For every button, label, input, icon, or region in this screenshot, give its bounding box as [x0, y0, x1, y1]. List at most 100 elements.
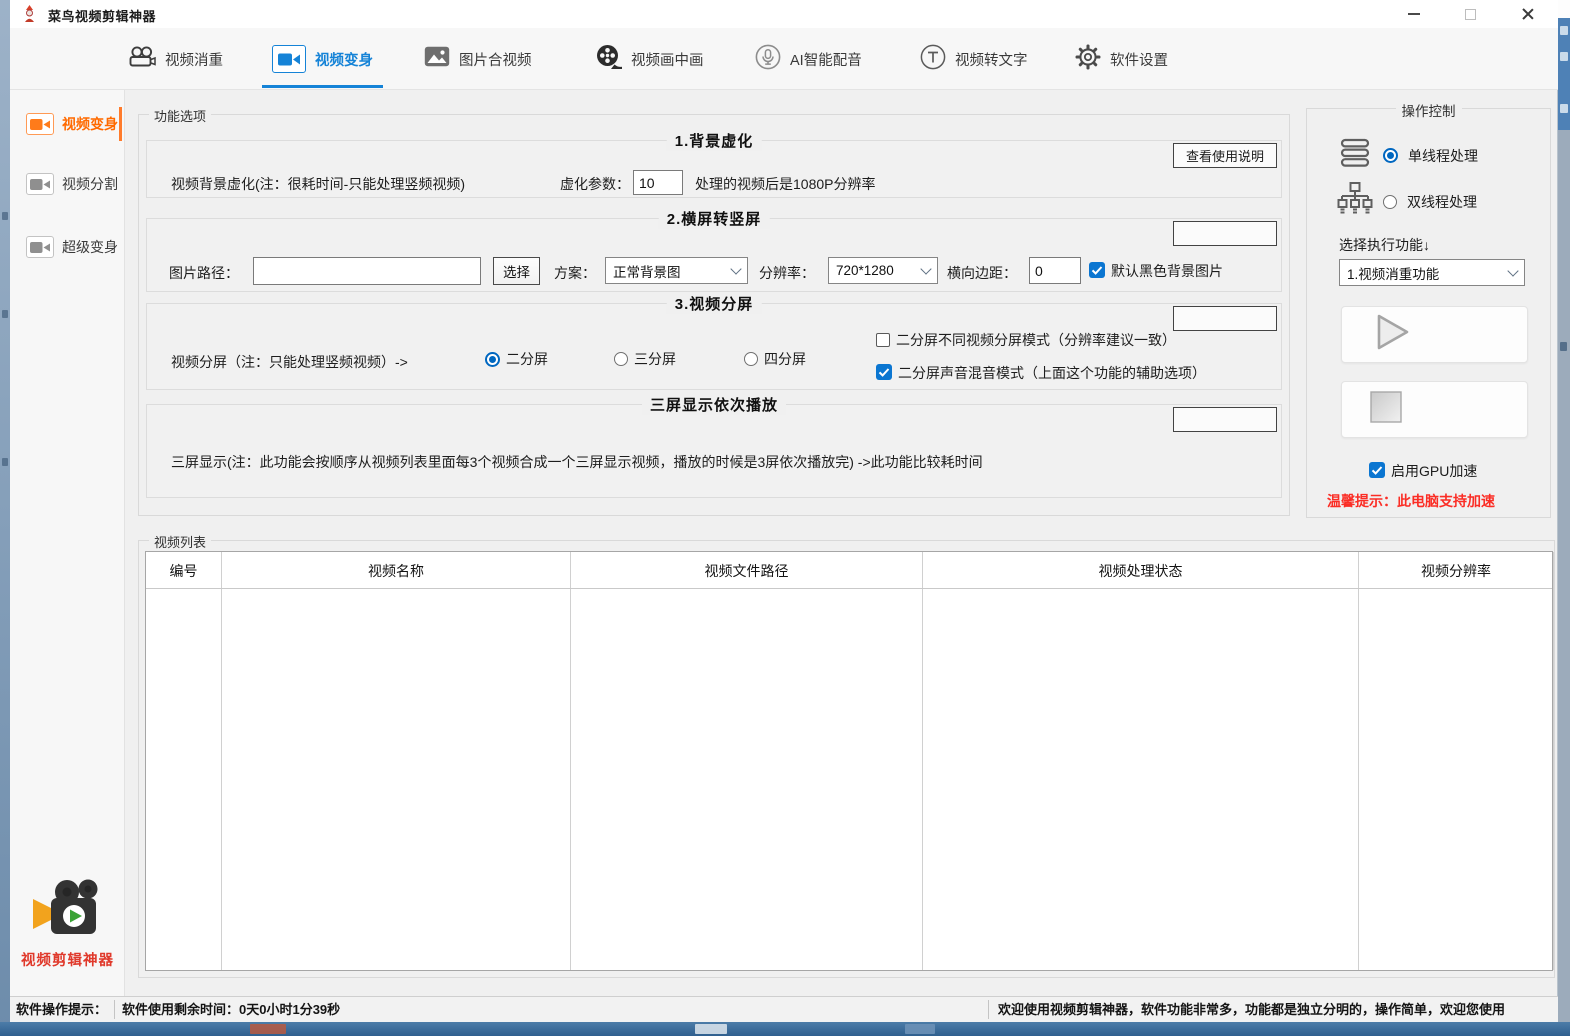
- tab-bar: 视频消重 视频变身 图片合视频: [10, 28, 1558, 90]
- function-value: 1.视频消重功能: [1347, 263, 1439, 283]
- maximize-icon: [1465, 9, 1476, 20]
- radio-three-split[interactable]: 三分屏: [614, 349, 676, 369]
- audio-mix-checkbox[interactable]: 二分屏声音混音模式（上面这个功能的辅助选项）: [876, 363, 1206, 383]
- help-button[interactable]: 查看使用说明: [1173, 143, 1277, 168]
- text-t-icon: [920, 44, 946, 75]
- minimize-icon: [1408, 13, 1420, 15]
- column-header-resolution[interactable]: 视频分辨率: [1359, 561, 1553, 581]
- section-background-blur: 1.背景虚化 查看使用说明 视频背景虚化(注：很耗时间-只能处理竖频视频) 虚化…: [146, 140, 1282, 198]
- section-landscape-to-portrait: 2.横屏转竖屏 图片路径： 选择 方案： 正常背景图 分辨率： 720*1280…: [146, 218, 1282, 292]
- desktop-fragment: [2, 458, 8, 466]
- sidebar-item-label: 视频分割: [62, 174, 118, 194]
- checkbox-icon: [876, 333, 890, 347]
- tab-label: 视频画中画: [631, 49, 704, 70]
- background-window-fragment: [1560, 104, 1568, 113]
- close-icon: [1521, 7, 1535, 21]
- tab-video-dedup[interactable]: 视频消重: [128, 28, 223, 90]
- black-background-checkbox[interactable]: 默认黑色背景图片: [1089, 261, 1223, 281]
- section-triple-screen: 三屏显示依次播放 三屏显示(注：此功能会按顺序从视频列表里面每3个视频合成一个三…: [146, 404, 1282, 498]
- radio-two-split[interactable]: 二分屏: [485, 349, 548, 369]
- dual-thread-row[interactable]: 双线程处理: [1337, 181, 1477, 222]
- status-welcome-text: 欢迎使用视频剪辑神器，软件功能非常多，功能都是独立分明的，操作简单，欢迎您使用: [998, 997, 1556, 1022]
- tab-video-to-text[interactable]: 视频转文字: [920, 28, 1028, 90]
- different-video-split-checkbox[interactable]: 二分屏不同视频分屏模式（分辨率建议一致）: [876, 330, 1176, 350]
- resolution-value: 720*1280: [836, 263, 894, 278]
- help-button[interactable]: [1173, 407, 1277, 432]
- table-column: 视频分辨率: [1359, 552, 1554, 970]
- status-separator: [114, 1000, 115, 1019]
- function-select[interactable]: 1.视频消重功能: [1339, 259, 1525, 286]
- column-header-status[interactable]: 视频处理状态: [923, 561, 1358, 581]
- close-button[interactable]: [1505, 0, 1551, 28]
- tab-label: 视频消重: [165, 49, 223, 70]
- margin-input[interactable]: [1029, 257, 1081, 284]
- background-window-fragment: [1560, 26, 1568, 35]
- sidebar-item-super-transform[interactable]: 超级变身: [10, 230, 122, 264]
- chevron-down-icon: [730, 263, 741, 274]
- single-thread-label: 单线程处理: [1408, 146, 1478, 166]
- gear-icon: [1075, 44, 1101, 75]
- video-camera-icon: [26, 113, 54, 135]
- scheme-value: 正常背景图: [613, 261, 681, 281]
- tab-image-to-video[interactable]: 图片合视频: [424, 28, 532, 90]
- table-column: 视频名称: [222, 552, 571, 970]
- triple-description: 三屏显示(注：此功能会按顺序从视频列表里面每3个视频合成一个三屏显示视频，播放的…: [171, 452, 983, 472]
- select-function-label: 选择执行功能↓: [1339, 235, 1430, 255]
- help-button[interactable]: [1173, 221, 1277, 246]
- section-title: 三屏显示依次播放: [642, 394, 786, 415]
- taskbar-icon-fragment: [250, 1024, 286, 1034]
- tab-ai-dubbing[interactable]: AI智能配音: [755, 28, 862, 90]
- maximize-button[interactable]: [1447, 0, 1493, 28]
- image-path-label: 图片路径：: [169, 263, 239, 283]
- stop-button[interactable]: [1341, 381, 1528, 438]
- movie-camera-icon: [25, 927, 111, 944]
- sidebar-item-label: 视频变身: [62, 114, 118, 134]
- resolution-select[interactable]: 720*1280: [828, 257, 938, 284]
- table-column: 编号: [146, 552, 222, 970]
- tab-picture-in-picture[interactable]: 视频画中画: [596, 28, 704, 90]
- table-column: 视频处理状态: [923, 552, 1359, 970]
- taskbar-icon-fragment: [905, 1024, 935, 1034]
- start-button[interactable]: [1341, 306, 1528, 363]
- column-header-file-path[interactable]: 视频文件路径: [571, 561, 922, 581]
- section-title: 3.视频分屏: [667, 293, 762, 314]
- tab-label: AI智能配音: [790, 49, 862, 70]
- choose-button[interactable]: 选择: [493, 257, 540, 285]
- sidebar-item-video-split[interactable]: 视频分割: [10, 167, 122, 201]
- sidebar-item-video-transform[interactable]: 视频变身: [10, 107, 122, 141]
- stop-icon: [1368, 389, 1404, 430]
- chevron-down-icon: [1507, 265, 1518, 276]
- checkbox-label: 二分屏不同视频分屏模式（分辨率建议一致）: [896, 330, 1176, 350]
- taskbar-icon-fragment: [695, 1024, 727, 1034]
- blur-param-label: 虚化参数：: [560, 174, 630, 194]
- tab-settings[interactable]: 软件设置: [1075, 28, 1168, 90]
- split-description: 视频分屏（注：只能处理竖频视频）->: [171, 352, 408, 372]
- column-header-number[interactable]: 编号: [146, 561, 221, 581]
- radio-four-split[interactable]: 四分屏: [744, 349, 806, 369]
- minimize-button[interactable]: [1391, 0, 1437, 28]
- tab-label: 视频变身: [315, 49, 373, 70]
- gpu-tip-text: 温馨提示：此电脑支持加速: [1327, 491, 1495, 511]
- radio-label: 二分屏: [506, 349, 548, 369]
- gpu-acceleration-checkbox[interactable]: 启用GPU加速: [1369, 461, 1477, 481]
- blur-note: 处理的视频后是1080P分辨率: [695, 174, 875, 194]
- checkbox-label: 启用GPU加速: [1391, 461, 1477, 481]
- tab-video-transform[interactable]: 视频变身: [272, 28, 373, 90]
- video-list-groupbox: 视频列表 编号 视频名称 视频文件路径 视频处理状态 视频分辨率: [138, 540, 1555, 978]
- radio-label: 四分屏: [764, 349, 806, 369]
- background-window-fragment: [1558, 0, 1570, 18]
- resolution-label: 分辨率：: [759, 263, 815, 283]
- blur-param-input[interactable]: [633, 170, 683, 195]
- desktop-edge-right: [1558, 0, 1570, 1036]
- help-button[interactable]: [1173, 306, 1277, 331]
- section-title: 2.横屏转竖屏: [659, 208, 770, 229]
- scheme-select[interactable]: 正常背景图: [605, 257, 748, 284]
- single-thread-row[interactable]: 单线程处理: [1337, 137, 1478, 174]
- projector-icon: [128, 45, 156, 74]
- radio-icon: [1383, 195, 1397, 209]
- column-header-video-name[interactable]: 视频名称: [222, 561, 570, 581]
- desktop-fragment: [2, 310, 8, 318]
- background-window-fragment: [1560, 52, 1568, 61]
- video-list-table[interactable]: 编号 视频名称 视频文件路径 视频处理状态 视频分辨率: [145, 551, 1553, 971]
- image-path-input[interactable]: [253, 257, 481, 285]
